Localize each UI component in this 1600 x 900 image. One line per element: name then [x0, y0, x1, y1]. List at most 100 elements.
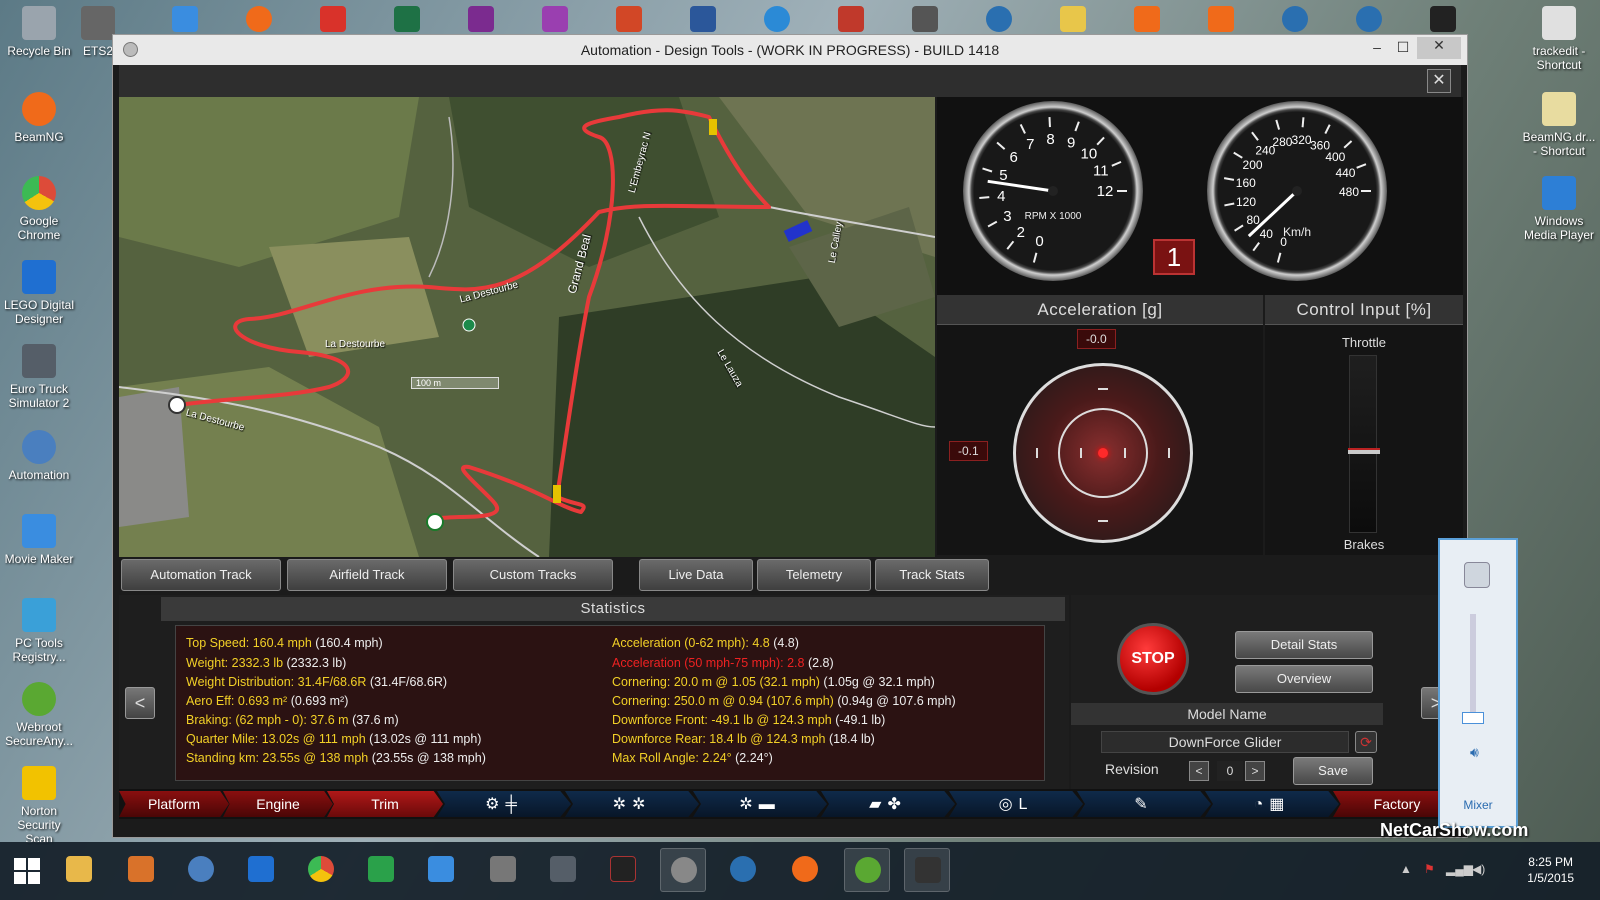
- tab-live-data[interactable]: Live Data: [639, 559, 753, 591]
- mixer-link[interactable]: Mixer: [1440, 798, 1516, 812]
- taskbar-chrome[interactable]: [298, 848, 344, 892]
- desktop-icon-euro-truck[interactable]: Euro Truck Simulator 2: [2, 344, 76, 410]
- longitudinal-g-value: -0.0: [1077, 329, 1116, 349]
- desktop-icon-automation[interactable]: Automation: [2, 430, 76, 482]
- nav-trim[interactable]: Trim: [327, 791, 443, 817]
- taskbar-steam[interactable]: [720, 848, 766, 892]
- desktop-icon-lego[interactable]: LEGO Digital Designer: [2, 260, 76, 326]
- onenote-icon[interactable]: [468, 6, 494, 32]
- nav-wheels[interactable]: ✲✲: [565, 791, 699, 817]
- tab-custom-tracks[interactable]: Custom Tracks: [453, 559, 613, 591]
- nav-platform[interactable]: Platform: [119, 791, 229, 817]
- taskbar-clock[interactable]: 8:25 PM 1/5/2015: [1527, 854, 1574, 886]
- app-shortcut-icon[interactable]: [542, 6, 568, 32]
- taskbar-lego[interactable]: [238, 848, 284, 892]
- desktop-icon-media-player[interactable]: Windows Media Player: [1520, 176, 1598, 242]
- minimize-button[interactable]: –: [1365, 39, 1389, 55]
- volume-slider-knob[interactable]: [1462, 712, 1484, 724]
- tray-chevron-icon[interactable]: ▲: [1400, 862, 1412, 876]
- gauge-tick-label: 2: [1017, 224, 1025, 241]
- revision-prev-button[interactable]: <: [1189, 761, 1209, 781]
- desktop-icon-movie-maker[interactable]: Movie Maker: [2, 514, 76, 566]
- inner-close-button[interactable]: ✕: [1427, 69, 1451, 93]
- desktop-icon-trackedit[interactable]: trackedit - Shortcut: [1520, 6, 1598, 72]
- revision-next-button[interactable]: >: [1245, 761, 1265, 781]
- maximize-button[interactable]: ☐: [1391, 39, 1415, 56]
- taskbar-app[interactable]: [118, 848, 164, 892]
- rpm-gauge: 0 2 3 4 5 6 7 8 9 10 11 12 RPM X 1000: [963, 101, 1143, 281]
- beamng-icon[interactable]: [1134, 6, 1160, 32]
- nav-body[interactable]: ✲▬: [693, 791, 827, 817]
- desktop-icon-chrome[interactable]: Google Chrome: [2, 176, 76, 242]
- shortcut-icon[interactable]: [172, 6, 198, 32]
- taskbar-beamng[interactable]: [782, 848, 828, 892]
- steam-icon: [730, 856, 756, 882]
- gauge-tick: [1006, 240, 1015, 250]
- nav-aero[interactable]: ▰✤: [821, 791, 955, 817]
- volume-slider[interactable]: [1470, 614, 1476, 724]
- blender-icon[interactable]: [246, 6, 272, 32]
- taskbar-te[interactable]: [904, 848, 950, 892]
- word-icon[interactable]: [690, 6, 716, 32]
- stop-button[interactable]: STOP: [1117, 623, 1189, 695]
- taskbar-app-dark[interactable]: [600, 848, 646, 892]
- app-shortcut-icon[interactable]: [838, 6, 864, 32]
- refresh-icon[interactable]: ⟳: [1355, 731, 1377, 753]
- tab-automation-track[interactable]: Automation Track: [121, 559, 281, 591]
- beamng-icon: [792, 856, 818, 882]
- app-shortcut-icon[interactable]: [320, 6, 346, 32]
- model-name-field[interactable]: DownForce Glider: [1101, 731, 1349, 753]
- nav-test-track[interactable]: ◔▦: [1205, 791, 1339, 817]
- app-shortcut-icon[interactable]: [912, 6, 938, 32]
- desktop-icon-webroot[interactable]: Webroot SecureAny...: [2, 682, 76, 748]
- automation-icon: [22, 430, 56, 464]
- speaker-icon[interactable]: 🔊︎: [1470, 744, 1479, 761]
- beamng-icon[interactable]: [1208, 6, 1234, 32]
- nav-interior[interactable]: ◎L: [949, 791, 1083, 817]
- speaker-device-icon[interactable]: [1464, 562, 1490, 588]
- desktop-icon-pc-tools[interactable]: PC Tools Registry...: [2, 598, 76, 664]
- desktop-icon-norton[interactable]: Norton Security Scan: [2, 766, 76, 846]
- nav-tuning[interactable]: ✎: [1077, 791, 1211, 817]
- volume-icon[interactable]: ◀): [1472, 862, 1485, 876]
- chrome-icon: [22, 176, 56, 210]
- action-center-icon[interactable]: ⚑: [1424, 862, 1435, 876]
- close-button[interactable]: ✕: [1417, 37, 1461, 59]
- track-map[interactable]: La Destourbe La Destourbe Grand Beal Le …: [119, 97, 935, 557]
- title-bar[interactable]: Automation - Design Tools - (WORK IN PRO…: [113, 35, 1467, 65]
- tab-track-stats[interactable]: Track Stats: [875, 559, 989, 591]
- overview-button[interactable]: Overview: [1235, 665, 1373, 693]
- steam-icon[interactable]: [986, 6, 1012, 32]
- taskbar-automation[interactable]: [178, 848, 224, 892]
- acceleration-panel: Acceleration [g] -0.0 -0.1: [937, 295, 1263, 555]
- start-icon[interactable]: [14, 858, 40, 884]
- desktop-icon-recycle-bin[interactable]: Recycle Bin: [2, 6, 76, 58]
- gear-shift-icon: ⚙╪: [485, 796, 523, 813]
- taskbar-ets2[interactable]: [480, 848, 526, 892]
- taskbar-media[interactable]: [418, 848, 464, 892]
- detail-stats-button[interactable]: Detail Stats: [1235, 631, 1373, 659]
- folder-icon: [66, 856, 92, 882]
- network-icon[interactable]: ▂▄▆: [1446, 862, 1473, 876]
- taskbar-automation-active[interactable]: [660, 848, 706, 892]
- taskbar-truck[interactable]: [540, 848, 586, 892]
- app-shortcut-icon[interactable]: [1356, 6, 1382, 32]
- taskbar-store[interactable]: [358, 848, 404, 892]
- taskbar-explorer[interactable]: [56, 848, 102, 892]
- desktop-icon-beamng[interactable]: BeamNG: [2, 92, 76, 144]
- app-shortcut-icon[interactable]: [1430, 6, 1456, 32]
- steam-icon[interactable]: [1282, 6, 1308, 32]
- tab-airfield-track[interactable]: Airfield Track: [287, 559, 447, 591]
- powerpoint-icon[interactable]: [616, 6, 642, 32]
- excel-icon[interactable]: [394, 6, 420, 32]
- stat-accel-0-62: Acceleration (0-62 mph): 4.8 (4.8): [612, 636, 799, 650]
- taskbar-webroot[interactable]: [844, 848, 890, 892]
- tab-telemetry[interactable]: Telemetry: [757, 559, 871, 591]
- app-shortcut-icon[interactable]: [1060, 6, 1086, 32]
- prev-page-button[interactable]: <: [125, 687, 155, 719]
- app-shortcut-icon[interactable]: [764, 6, 790, 32]
- nav-engine[interactable]: Engine: [223, 791, 333, 817]
- nav-gear-shift[interactable]: ⚙╪: [437, 791, 571, 817]
- save-button[interactable]: Save: [1293, 757, 1373, 785]
- desktop-icon-beamng-shortcut[interactable]: BeamNG.dr... - Shortcut: [1520, 92, 1598, 158]
